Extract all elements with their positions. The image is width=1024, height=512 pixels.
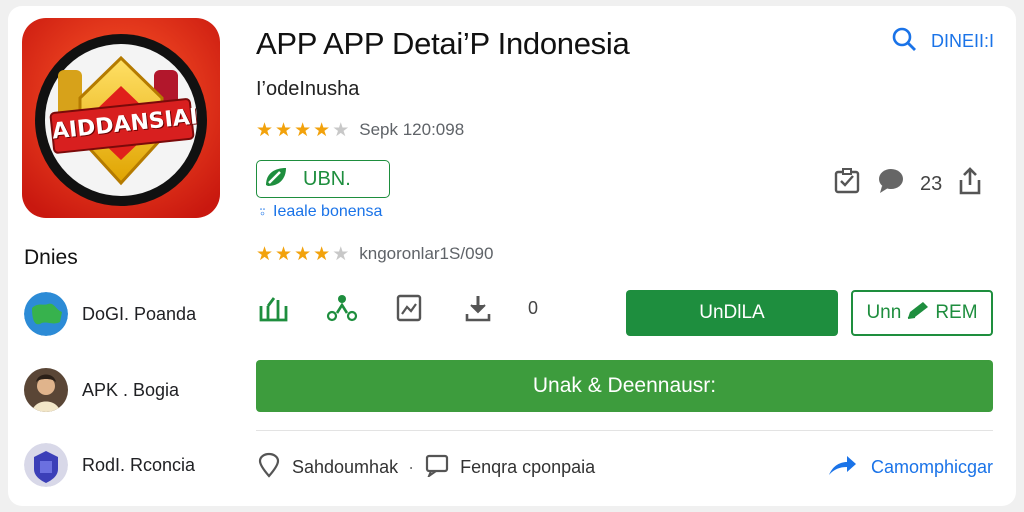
region-text: Ieaale bonensa (273, 203, 383, 220)
sidebar-item[interactable]: RodI. Rconcia (24, 443, 195, 487)
star-icon: ★ (256, 243, 274, 265)
search-label[interactable]: DINEII:I (931, 31, 994, 52)
comment-icon[interactable] (876, 167, 906, 201)
metric-count: 0 (528, 297, 539, 318)
install-button[interactable]: UnDlLA (626, 290, 838, 336)
footer-link-1[interactable]: Sahdoumhak (256, 452, 398, 483)
rating-row-secondary: ★ ★ ★ ★ ★ kngoronlar1S/090 (256, 244, 493, 264)
footer-separator: · (408, 457, 415, 477)
footer-link-1-label: Sahdoumhak (292, 457, 399, 477)
star-icon: ★ (294, 243, 312, 265)
app-icon: AIDDANSIAI (22, 18, 220, 218)
header-actions: 23 (832, 166, 984, 202)
chart-icon[interactable] (392, 290, 428, 326)
region-link[interactable]: ⍤ Ieaale bonensa (258, 203, 382, 221)
pencil-icon (905, 299, 931, 327)
shield-avatar-icon (24, 443, 68, 487)
share-arrow-icon (827, 453, 857, 482)
footer-link-2-label: Fenqra cponpaia (460, 457, 596, 477)
star-icon: ★ (275, 119, 293, 141)
sidebar-item[interactable]: DoGI. Poanda (24, 292, 196, 336)
search-area[interactable]: DINEII:I (891, 26, 994, 57)
share-link[interactable]: Camomphicgar (827, 453, 993, 482)
app-title: APP APP Detai’P Indonesia (256, 26, 630, 61)
star-icon: ★ (332, 243, 350, 265)
divider (256, 430, 993, 431)
star-icon: ★ (256, 119, 274, 141)
rating-stars: ★ ★ ★ ★ ★ (256, 121, 349, 140)
location-pin-icon (256, 452, 282, 483)
badge-label: UBN. (303, 167, 351, 190)
rating-text-secondary: kngoronlar1S/090 (359, 244, 494, 263)
wishlist-icon[interactable] (832, 166, 862, 202)
footer-row: Sahdoumhak · Fenqra cponpaia Camomphicga… (256, 452, 993, 483)
star-icon: ★ (313, 243, 331, 265)
rating-stars-secondary: ★ ★ ★ ★ ★ (256, 245, 349, 264)
share-label: Camomphicgar (870, 457, 993, 477)
thumbs-up-icon[interactable] (256, 290, 292, 326)
review-button-right: REM (935, 302, 978, 323)
developer-name[interactable]: I’odeInusha (256, 78, 359, 101)
sidebar-item-label: RodI. Rconcia (82, 454, 196, 475)
sidebar-item[interactable]: APK . Bogia (24, 368, 179, 412)
share-icon[interactable] (956, 166, 984, 202)
people-icon[interactable] (324, 290, 360, 326)
review-button-left: Unn (866, 302, 902, 323)
review-button[interactable]: Unn REM (851, 290, 993, 336)
search-icon[interactable] (891, 26, 917, 57)
star-icon: ★ (294, 119, 312, 141)
person-avatar-icon (24, 368, 68, 412)
sidebar-item-label: APK . Bogia (82, 379, 180, 400)
footer-link-2[interactable]: Fenqra cponpaia (424, 453, 595, 482)
globe-avatar-icon (24, 292, 68, 336)
download-icon[interactable] (460, 290, 496, 326)
message-icon (424, 453, 450, 482)
rating-text: Sepk 120:098 (359, 120, 465, 139)
rating-row: ★ ★ ★ ★ ★ Sepk 120:098 (256, 120, 464, 140)
sidebar-title: Dnies (24, 246, 78, 269)
comment-count: 23 (920, 172, 943, 195)
location-icon: ⍤ (258, 203, 268, 221)
sidebar-item-label: DoGI. Poanda (82, 303, 197, 324)
star-icon: ★ (313, 119, 331, 141)
leaf-edit-icon (263, 165, 289, 194)
star-icon: ★ (275, 243, 293, 265)
star-icon: ★ (332, 119, 350, 141)
metrics-row: 0 (256, 290, 538, 326)
badge-box[interactable]: UBN. (256, 160, 390, 198)
primary-action-button[interactable]: Unak & Deennausr: (256, 360, 993, 412)
